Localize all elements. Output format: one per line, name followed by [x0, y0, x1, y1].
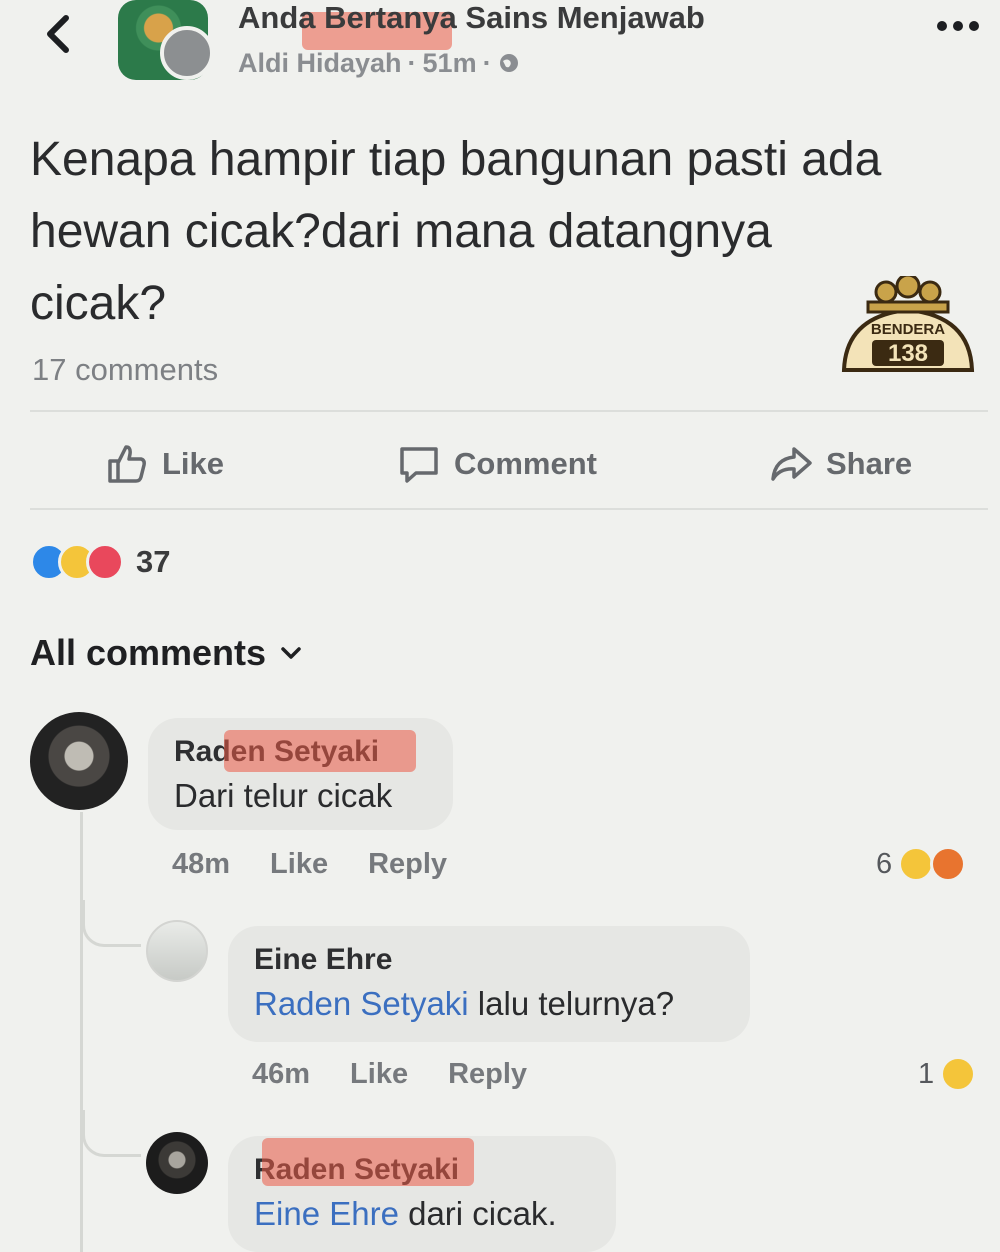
redaction-highlight	[262, 1138, 474, 1186]
watermark-logo: BENDERA 138	[841, 276, 975, 372]
comment-like-link[interactable]: Like	[270, 848, 328, 881]
group-name[interactable]: Anda Bertanya Sains Menjawab	[238, 0, 705, 36]
more-options-icon[interactable]	[934, 16, 982, 36]
comment-count[interactable]: 17 comments	[32, 352, 218, 388]
comment-button[interactable]: Comment	[396, 440, 597, 488]
comments-filter-label: All comments	[30, 632, 267, 673]
poster-name[interactable]: Aldi Hidayah	[238, 46, 402, 80]
commenter-avatar[interactable]	[146, 1132, 208, 1194]
watermark-top-text: BENDERA	[871, 321, 945, 338]
globe-icon	[499, 54, 518, 72]
haha-reaction-icon	[898, 846, 935, 882]
comment-time[interactable]: 46m	[252, 1058, 310, 1091]
comment-icon	[400, 447, 438, 483]
comment-like-link[interactable]: Like	[350, 1058, 408, 1091]
like-button[interactable]: Like	[104, 440, 224, 488]
post-meta: Aldi Hidayah · 51m ·	[238, 46, 520, 80]
commenter-avatar[interactable]	[30, 712, 128, 810]
redaction-highlight	[224, 730, 416, 772]
meta-separator: ·	[407, 48, 417, 78]
mention-link[interactable]: Raden Setyaki	[254, 985, 469, 1022]
comment-text: lalu telurnya?	[468, 985, 675, 1022]
comment-reactions[interactable]: 1	[918, 1056, 977, 1092]
back-arrow-icon[interactable]	[38, 12, 78, 56]
love-reaction-icon	[86, 543, 124, 581]
comment-bubble: Eine Ehre Raden Setyaki lalu telurnya?	[228, 926, 750, 1042]
mention-link[interactable]: Eine Ehre	[254, 1195, 399, 1232]
post-text: Kenapa hampir tiap bangunan pasti ada he…	[30, 133, 882, 330]
comment-meta: 46m Like Reply	[252, 1058, 527, 1091]
comment-text-line: Eine Ehre dari cicak.	[254, 1190, 590, 1238]
comment-text: dari cicak.	[398, 1195, 557, 1232]
haha-reaction-icon	[940, 1056, 977, 1092]
comment-time[interactable]: 48m	[172, 848, 230, 881]
comment-reaction-count: 1	[918, 1057, 935, 1090]
comment-reply-link[interactable]: Reply	[368, 848, 447, 881]
thread-line	[80, 812, 83, 1252]
comment-text: Dari telur cicak	[174, 777, 393, 814]
commenter-avatar[interactable]	[146, 920, 208, 982]
thumbs-up-icon	[108, 445, 146, 483]
comment-label: Comment	[454, 446, 597, 481]
divider	[30, 508, 988, 510]
watermark-number: 138	[888, 340, 928, 367]
comment-reply-link[interactable]: Reply	[448, 1058, 527, 1091]
reaction-count: 37	[136, 544, 171, 579]
comment-reactions[interactable]: 6	[876, 846, 967, 882]
angry-reaction-icon	[930, 846, 967, 882]
like-label: Like	[162, 446, 225, 481]
comment-text-line: Raden Setyaki lalu telurnya?	[254, 980, 724, 1028]
share-label: Share	[826, 446, 913, 481]
share-button[interactable]: Share	[768, 440, 912, 488]
meta-separator: ·	[482, 48, 492, 78]
share-icon	[771, 447, 812, 481]
post-time[interactable]: 51m	[423, 46, 477, 80]
poster-avatar[interactable]	[160, 26, 214, 80]
comment-meta: 48m Like Reply	[172, 848, 447, 881]
chevron-down-icon	[281, 647, 301, 659]
reaction-summary[interactable]: 37	[30, 542, 170, 582]
reply-connector	[82, 900, 141, 947]
divider	[30, 410, 988, 412]
reply-connector	[82, 1110, 141, 1157]
comment-author[interactable]: Eine Ehre	[254, 940, 724, 980]
comments-filter-dropdown[interactable]: All comments	[30, 632, 302, 674]
comment-reaction-count: 6	[876, 847, 893, 880]
